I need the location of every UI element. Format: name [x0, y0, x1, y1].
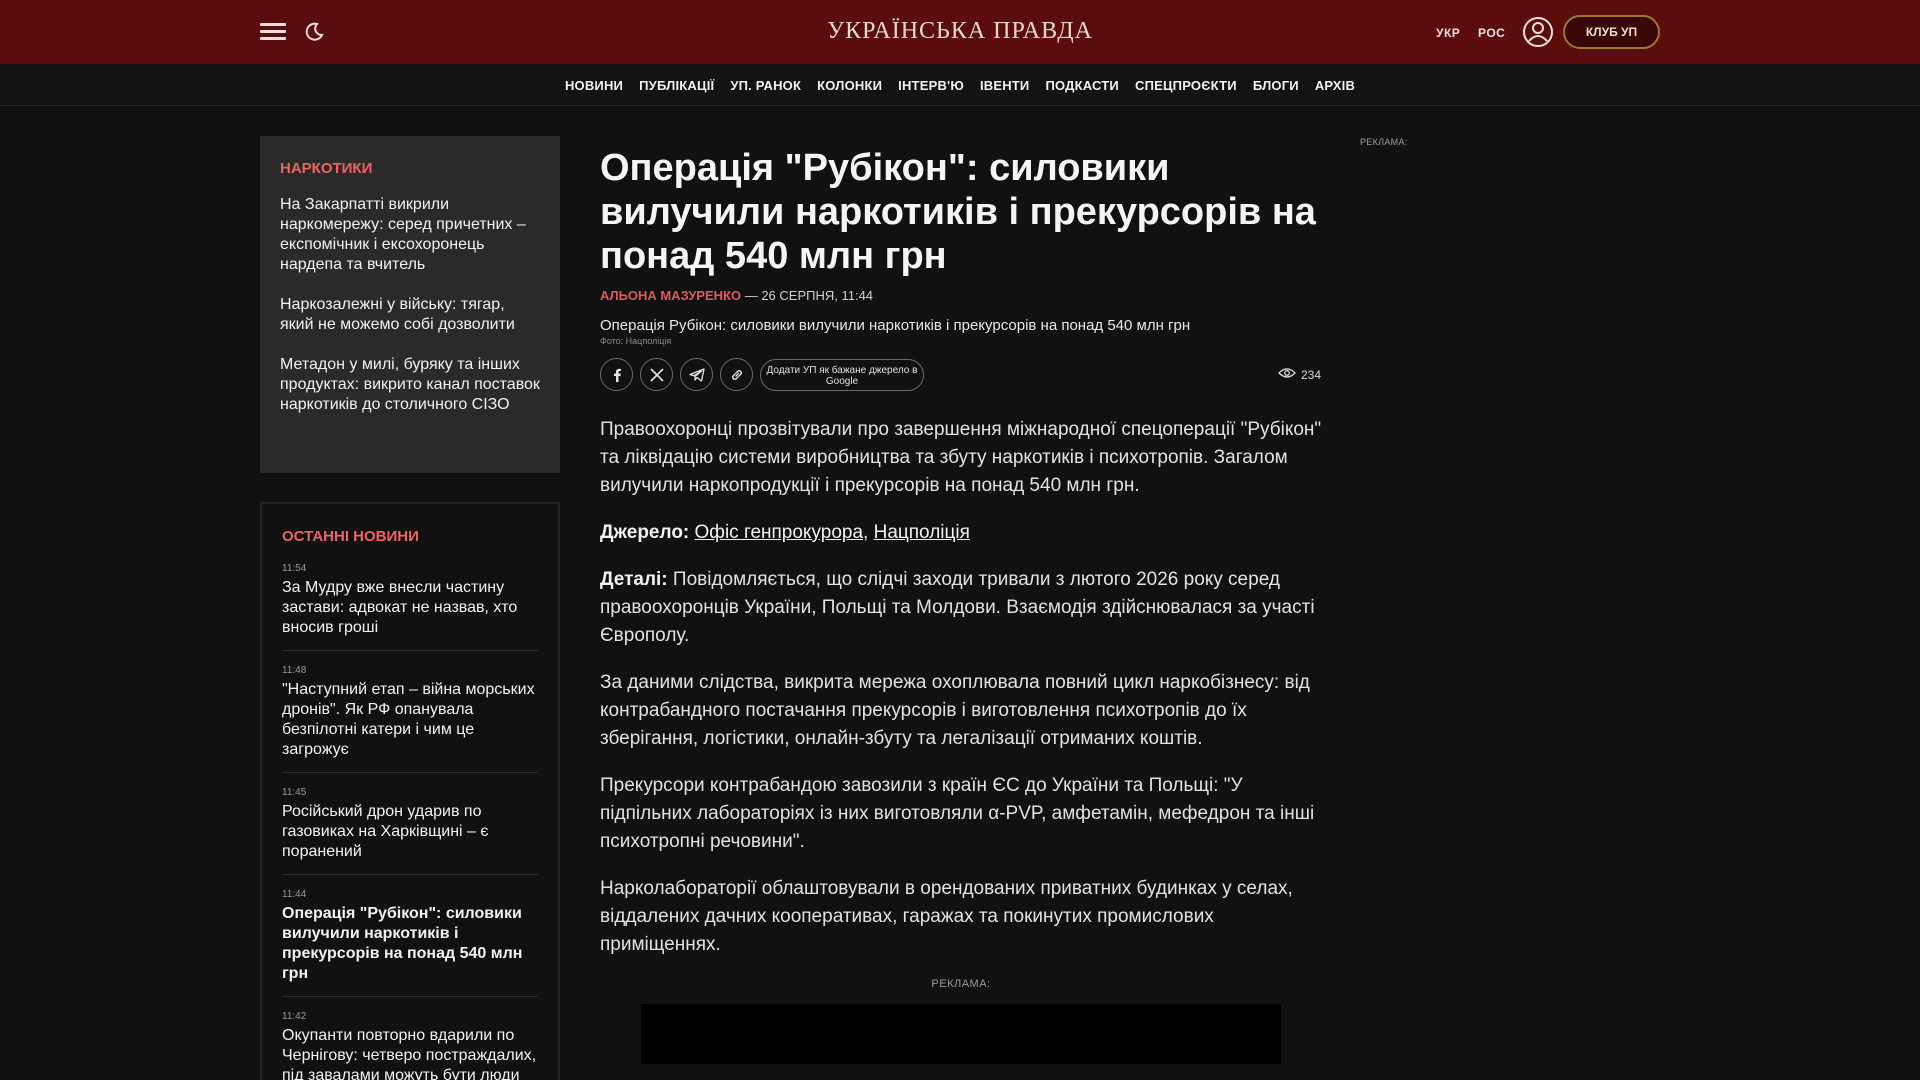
source-separator: , — [863, 522, 869, 543]
news-time: 11:48 — [282, 665, 307, 676]
news-time: 11:45 — [282, 787, 307, 798]
author-link[interactable]: АЛЬОНА МАЗУРЕНКО — [600, 288, 741, 303]
news-title[interactable]: Російський дрон ударив по газовиках на Х… — [282, 802, 538, 862]
news-title[interactable]: За Мудру вже внесли частину застави: адв… — [282, 578, 538, 638]
related-tag-box: НАРКОТИКИ На Закарпатті викрили наркомер… — [260, 136, 560, 473]
site-logo[interactable]: УКРАЇНСЬКА ПРАВДА — [827, 18, 1093, 44]
details-label: Деталі: — [600, 569, 668, 590]
news-item[interactable]: 11:48 "Наступний етап – війна морських д… — [282, 665, 538, 773]
source-link-prosecutor[interactable]: Офіс генпрокурора — [695, 522, 864, 543]
top-bar: УКРАЇНСЬКА ПРАВДА УКР РОС КЛУБ УП — [0, 0, 1920, 64]
ad-block[interactable] — [641, 1004, 1281, 1064]
nav-item-events[interactable]: ІВЕНТИ — [980, 78, 1030, 93]
article: Операція "Рубікон": силовики вилучили на… — [600, 146, 1322, 1064]
nav-item-publications[interactable]: ПУБЛІКАЦІЇ — [639, 78, 714, 93]
user-account-icon[interactable] — [1522, 16, 1554, 48]
paragraph: Правоохоронці прозвітували про завершенн… — [600, 419, 1322, 496]
x-share-icon[interactable] — [640, 358, 673, 391]
news-time: 11:42 — [282, 1011, 307, 1022]
news-item[interactable]: 11:54 За Мудру вже внесли частину застав… — [282, 563, 538, 651]
club-button[interactable]: КЛУБ УП — [1563, 15, 1660, 49]
facebook-share-icon[interactable] — [600, 358, 633, 391]
main-nav: НОВИНИ ПУБЛІКАЦІЇ УП. РАНОК КОЛОНКИ ІНТЕ… — [0, 64, 1920, 106]
news-title-current[interactable]: Операція "Рубікон": силовики вилучили на… — [282, 904, 538, 984]
article-photo: Операція Рубікон: силовики вилучили нарк… — [600, 317, 1322, 334]
article-body: Правоохоронці прозвітували про завершенн… — [600, 416, 1322, 959]
news-title[interactable]: "Наступний етап – війна морських дронів"… — [282, 680, 538, 760]
latest-news-box: ОСТАННІ НОВИНИ 11:54 За Мудру вже внесли… — [260, 502, 560, 1080]
related-article[interactable]: На Закарпатті викрили наркомережу: серед… — [280, 195, 540, 275]
article-headline: Операція "Рубікон": силовики вилучили на… — [600, 147, 1316, 277]
source-link-police[interactable]: Нацполіція — [874, 522, 970, 543]
news-item[interactable]: 11:44 Операція "Рубікон": силовики вилуч… — [282, 889, 538, 997]
views-counter: 234 — [1278, 367, 1321, 382]
nav-item-interview[interactable]: ІНТЕРВ'Ю — [898, 78, 964, 93]
related-article[interactable]: Метадон у милі, буряку та інших продукта… — [280, 355, 540, 415]
nav-item-special-projects[interactable]: СПЕЦПРОЄКТИ — [1135, 78, 1237, 93]
details-text: Повідомляється, що слідчі заходи тривали… — [600, 569, 1315, 646]
google-preferred-source-button[interactable]: Додати УП як бажане джерело в Google — [760, 359, 924, 391]
source-paragraph: Джерело: Офіс генпрокурора, Нацполіція — [600, 519, 1322, 547]
details-paragraph: Деталі: Повідомляється, що слідчі заходи… — [600, 566, 1322, 650]
news-item[interactable]: 11:42 Окупанти повторно вдарили по Черні… — [282, 1011, 538, 1080]
dark-mode-moon-icon[interactable] — [302, 20, 326, 44]
nav-item-morning[interactable]: УП. РАНОК — [730, 78, 801, 93]
lang-ukr-link[interactable]: УКР — [1436, 26, 1460, 40]
nav-item-blogs[interactable]: БЛОГИ — [1253, 78, 1299, 93]
telegram-share-icon[interactable] — [680, 358, 713, 391]
share-row: Додати УП як бажане джерело в Google 234 — [600, 358, 1322, 392]
paragraph: Прекурсори контрабандою завозили з країн… — [600, 775, 1315, 852]
paragraph: За даними слідства, викрита мережа охопл… — [600, 672, 1310, 749]
latest-news-title[interactable]: ОСТАННІ НОВИНИ — [282, 528, 538, 545]
lang-ros-link[interactable]: РОС — [1478, 26, 1505, 40]
tag-title[interactable]: НАРКОТИКИ — [280, 160, 540, 177]
news-title[interactable]: Окупанти повторно вдарили по Чернігову: … — [282, 1026, 538, 1080]
publish-date: — 26 СЕРПНЯ, 11:44 — [744, 288, 874, 303]
sidebar-ad-label: РЕКЛАМА: — [1360, 137, 1408, 147]
nav-item-archive[interactable]: АРХІВ — [1315, 78, 1355, 93]
eye-icon — [1278, 367, 1296, 382]
paragraph: Нарколабораторії облаштовували в орендов… — [600, 878, 1293, 955]
photo-credit: Фото: Нацполіція — [600, 336, 672, 346]
nav-item-news[interactable]: НОВИНИ — [565, 78, 623, 93]
menu-icon[interactable] — [260, 21, 286, 43]
ad-label: РЕКЛАМА: — [931, 978, 991, 990]
photo-alt-text: Операція Рубікон: силовики вилучили нарк… — [600, 317, 1191, 334]
news-item[interactable]: 11:45 Російський дрон ударив по газовика… — [282, 787, 538, 875]
views-count: 234 — [1301, 367, 1322, 382]
copy-link-icon[interactable] — [720, 358, 753, 391]
nav-item-columns[interactable]: КОЛОНКИ — [817, 78, 882, 93]
news-time: 11:44 — [282, 889, 307, 900]
nav-item-podcasts[interactable]: ПОДКАСТИ — [1045, 78, 1119, 93]
related-article[interactable]: Наркозалежні у війську: тягар, який не м… — [280, 295, 540, 335]
byline: АЛЬОНА МАЗУРЕНКО — 26 СЕРПНЯ, 11:44 — [600, 288, 1322, 303]
news-time: 11:54 — [282, 563, 307, 574]
source-label: Джерело: — [600, 522, 690, 543]
